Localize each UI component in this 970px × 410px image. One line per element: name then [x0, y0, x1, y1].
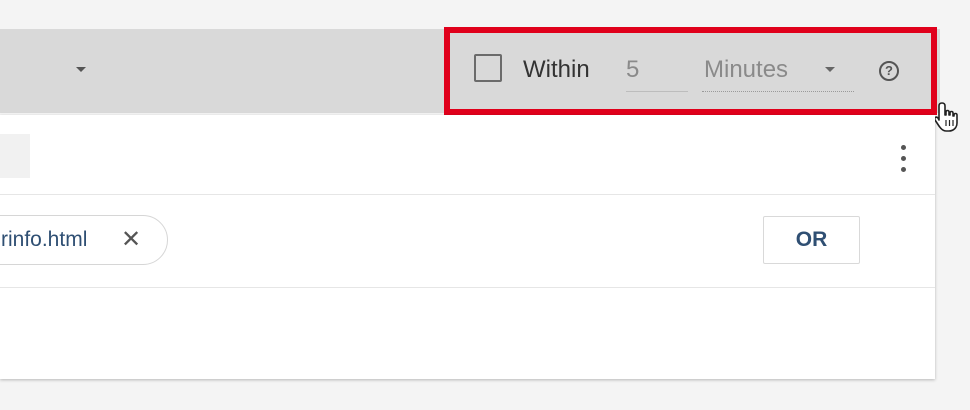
within-label: Within — [523, 56, 590, 83]
within-checkbox[interactable] — [474, 54, 502, 82]
card-search-field[interactable] — [0, 134, 30, 178]
within-value-input[interactable]: 5 — [626, 55, 688, 92]
chip-label: rinfo.html — [1, 228, 88, 251]
caret-down-icon — [825, 67, 835, 72]
more-vert-icon[interactable] — [895, 143, 911, 175]
within-unit-select[interactable]: Minutes — [702, 55, 854, 92]
condition-card: rinfo.html ✕ OR — [0, 115, 935, 379]
divider — [0, 287, 935, 288]
within-unit-label: Minutes — [704, 56, 789, 83]
help-circle-icon[interactable]: ? — [879, 61, 899, 81]
caret-down-icon[interactable] — [76, 67, 86, 72]
condition-chip[interactable]: rinfo.html ✕ — [0, 215, 168, 265]
within-control-group: Within 5 Minutes ? — [444, 27, 958, 132]
close-icon[interactable]: ✕ — [121, 226, 141, 254]
divider — [0, 194, 935, 195]
page: Within 5 Minutes ? rinfo.html ✕ OR — [0, 0, 970, 410]
highlight-box — [444, 27, 937, 115]
or-button[interactable]: OR — [763, 216, 860, 264]
